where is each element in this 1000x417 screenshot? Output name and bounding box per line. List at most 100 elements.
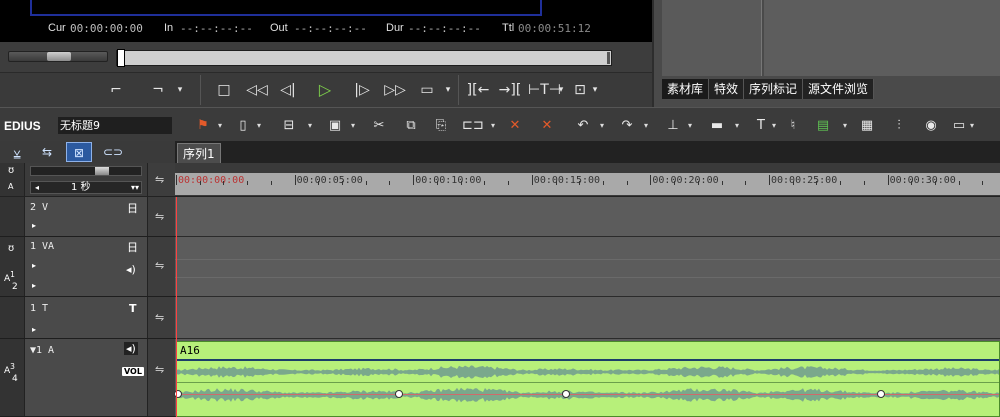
video-mute-icon[interactable]: 日 (127, 239, 138, 255)
chevron-down-icon[interactable]: ▾ (970, 122, 978, 130)
loop-play-icon[interactable]: ▭ (416, 79, 438, 101)
chevron-down-icon[interactable]: ▾ (600, 122, 608, 130)
add-clip-icon[interactable]: ⊏⊐ (462, 117, 484, 135)
swap-icon[interactable]: ⇋ (155, 210, 164, 223)
speaker-icon[interactable]: ◂) (124, 342, 138, 355)
channel-map[interactable]: A1 2 (4, 271, 18, 292)
timeline-cursor[interactable] (176, 197, 177, 417)
track-lane-1t[interactable] (175, 297, 1000, 339)
chevron-down-icon[interactable]: ▾ (308, 122, 316, 130)
microphone-icon[interactable]: ♮ (784, 117, 802, 135)
play-icon[interactable]: ▷ (314, 79, 336, 101)
project-name[interactable]: 无标题9 (58, 117, 172, 134)
tab-source-browser[interactable]: 源文件浏览 (803, 79, 875, 99)
volume-keyframe[interactable] (877, 390, 885, 398)
chevron-down-icon[interactable]: ▾ (218, 122, 226, 130)
channel-map[interactable]: A3 4 (4, 363, 18, 384)
tc-dur-value[interactable]: --:--:--:-- (408, 22, 481, 35)
trim-icon[interactable]: ▬ (706, 117, 728, 135)
track-header-2v[interactable]: 2 V 日 ▸ ⇋ (0, 197, 175, 237)
stop-icon[interactable]: □ (214, 79, 234, 101)
zoom-select[interactable]: ◂ 1 秒 ▾▾ (30, 181, 142, 194)
tab-asset-bin[interactable]: 素材库 (662, 79, 710, 99)
render-icon[interactable]: ▤ (812, 117, 834, 135)
zoom-knob[interactable] (95, 167, 109, 175)
position-head[interactable] (117, 49, 125, 67)
overwrite-icon[interactable]: →][ (498, 79, 522, 101)
swap-icon[interactable]: ⇋ (155, 173, 164, 186)
track-header-1a[interactable]: A3 4 ▼1 A ◂) VOL ⇋ (0, 339, 175, 417)
chevron-down-icon[interactable]: ▾ (590, 79, 600, 101)
tab-effects[interactable]: 特效 (709, 79, 745, 99)
new-sequence-icon[interactable]: ▯ (234, 117, 252, 135)
chevron-down-icon[interactable]: ▾ (491, 122, 499, 130)
swap-icon[interactable]: ⇋ (155, 259, 164, 272)
redo-icon[interactable]: ↷ (618, 117, 636, 135)
set-out-icon[interactable]: ¬ (150, 79, 166, 101)
single-track-mode-icon[interactable]: ⩣ (4, 142, 30, 162)
swap-icon[interactable]: ⇋ (155, 311, 164, 324)
sync-mode-icon[interactable]: ⊠ (66, 142, 92, 162)
paste-icon[interactable]: ⎘ (432, 117, 450, 135)
lock-icon[interactable]: ʊ (8, 165, 14, 176)
chevron-down-icon[interactable]: ▾▾ (131, 182, 139, 194)
chevron-down-icon[interactable]: ▾ (772, 122, 780, 130)
tab-sequence-markers[interactable]: 序列标记 (744, 79, 804, 99)
cut-icon[interactable]: ✂ (370, 117, 388, 135)
new-project-icon[interactable]: ⚑ (194, 117, 212, 135)
multi-track-mode-icon[interactable]: ⇆ (34, 142, 60, 162)
previous-frame-icon[interactable]: ◁| (276, 79, 300, 101)
a-icon[interactable]: A (8, 182, 13, 191)
chevron-down-icon[interactable]: ▾ (556, 79, 566, 101)
chevron-down-icon[interactable]: ▾ (843, 122, 851, 130)
arrow-left-icon[interactable]: ◂ (35, 182, 39, 194)
video-mute-icon[interactable]: 日 (127, 200, 138, 216)
link-mode-icon[interactable]: ⊂⊃ (100, 142, 126, 162)
set-in-icon[interactable]: ⌐ (108, 79, 124, 101)
time-ruler[interactable]: 00:00:00:00 00:00:05:00 00:00:10:00 00:00:1… (175, 163, 1000, 197)
tc-cur-value[interactable]: 00:00:00:00 (70, 22, 143, 35)
chevron-down-icon[interactable]: ▾ (174, 79, 186, 101)
ripple-delete-icon[interactable]: ✕ (538, 117, 556, 135)
track-header-1va[interactable]: ʊ A1 2 1 VA 日 ▸ ◂) ▸ ⇋ (0, 237, 175, 297)
chevron-down-icon[interactable]: ▾ (442, 79, 454, 101)
export-icon[interactable]: ⊡ (570, 79, 590, 101)
track-lane-1va[interactable] (175, 237, 1000, 297)
mixer-icon[interactable]: ⫶ (890, 117, 908, 135)
chevron-down-icon[interactable]: ▾ (644, 122, 652, 130)
volume-keyframe[interactable] (562, 390, 570, 398)
zoom-slider[interactable] (30, 166, 142, 176)
expand-icon[interactable]: ▸ (32, 221, 36, 230)
vectorscope-icon[interactable]: ◉ (922, 117, 940, 135)
track-lane-2v[interactable] (175, 197, 1000, 237)
open-sequence-icon[interactable]: ⊟ (280, 117, 298, 135)
shuttle-knob[interactable] (47, 52, 71, 61)
bin-folder-pane[interactable] (662, 0, 762, 76)
speaker-icon[interactable]: ◂) (126, 263, 136, 276)
copy-icon[interactable]: ⧉ (402, 117, 420, 135)
lock-icon[interactable]: ʊ (8, 243, 14, 254)
rewind-icon[interactable]: ◁◁ (244, 79, 270, 101)
audio-clip[interactable]: A16 (174, 341, 1000, 417)
replace-icon[interactable]: ⊢T⊣ (528, 79, 561, 101)
delete-icon[interactable]: ✕ (506, 117, 524, 135)
track-header-1t[interactable]: 1 T T ▸ ⇋ (0, 297, 175, 339)
timeline-area[interactable]: 00:00:00:00 00:00:05:00 00:00:10:00 00:00:1… (174, 163, 1000, 417)
tc-in-value[interactable]: --:--:--:-- (180, 22, 253, 35)
chevron-down-icon[interactable]: ▾ (257, 122, 265, 130)
volume-keyframe[interactable] (395, 390, 403, 398)
position-bar[interactable] (116, 49, 612, 67)
chevron-down-icon[interactable]: ▾ (735, 122, 743, 130)
expand-icon[interactable]: ▸ (32, 325, 36, 334)
expand-icon[interactable]: ▸ (32, 261, 36, 270)
undo-icon[interactable]: ↶ (574, 117, 592, 135)
volume-rubber-band[interactable] (177, 394, 999, 395)
next-frame-icon[interactable]: |▷ (350, 79, 374, 101)
chevron-down-icon[interactable]: ▾ (688, 122, 696, 130)
shuttle-slider[interactable] (8, 51, 108, 62)
fast-forward-icon[interactable]: ▷▷ (382, 79, 408, 101)
volume-badge[interactable]: VOL (122, 367, 144, 376)
tc-out-value[interactable]: --:--:--:-- (294, 22, 367, 35)
layout-icon[interactable]: ▭ (948, 117, 970, 135)
grid-icon[interactable]: ▦ (858, 117, 876, 135)
